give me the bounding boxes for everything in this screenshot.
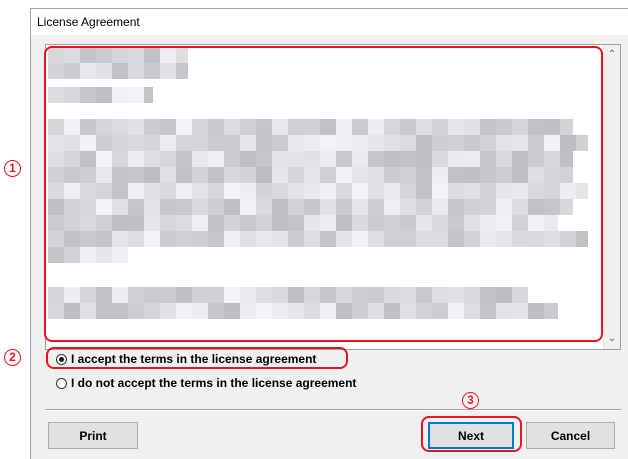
decline-radio-button[interactable]: [56, 377, 67, 389]
chevron-up-icon[interactable]: ⌃: [604, 47, 620, 63]
highlight-license-text: [44, 46, 603, 342]
cancel-button[interactable]: Cancel: [526, 422, 615, 449]
chevron-down-icon[interactable]: ⌄: [604, 331, 620, 347]
title-bar: License Agreement: [31, 9, 628, 35]
highlight-accept-option: [46, 347, 348, 369]
window-title: License Agreement: [37, 15, 140, 29]
decline-radio-option[interactable]: I do not accept the terms in the license…: [56, 375, 356, 391]
highlight-next-button: [421, 416, 522, 452]
decline-radio-label[interactable]: I do not accept the terms in the license…: [71, 376, 356, 390]
callout-1: 1: [4, 160, 21, 177]
vertical-scrollbar[interactable]: ⌃ ⌄: [603, 45, 620, 349]
callout-2: 2: [4, 349, 21, 366]
divider-highlight: [45, 410, 621, 411]
callout-3: 3: [462, 392, 479, 409]
print-button[interactable]: Print: [48, 422, 138, 449]
